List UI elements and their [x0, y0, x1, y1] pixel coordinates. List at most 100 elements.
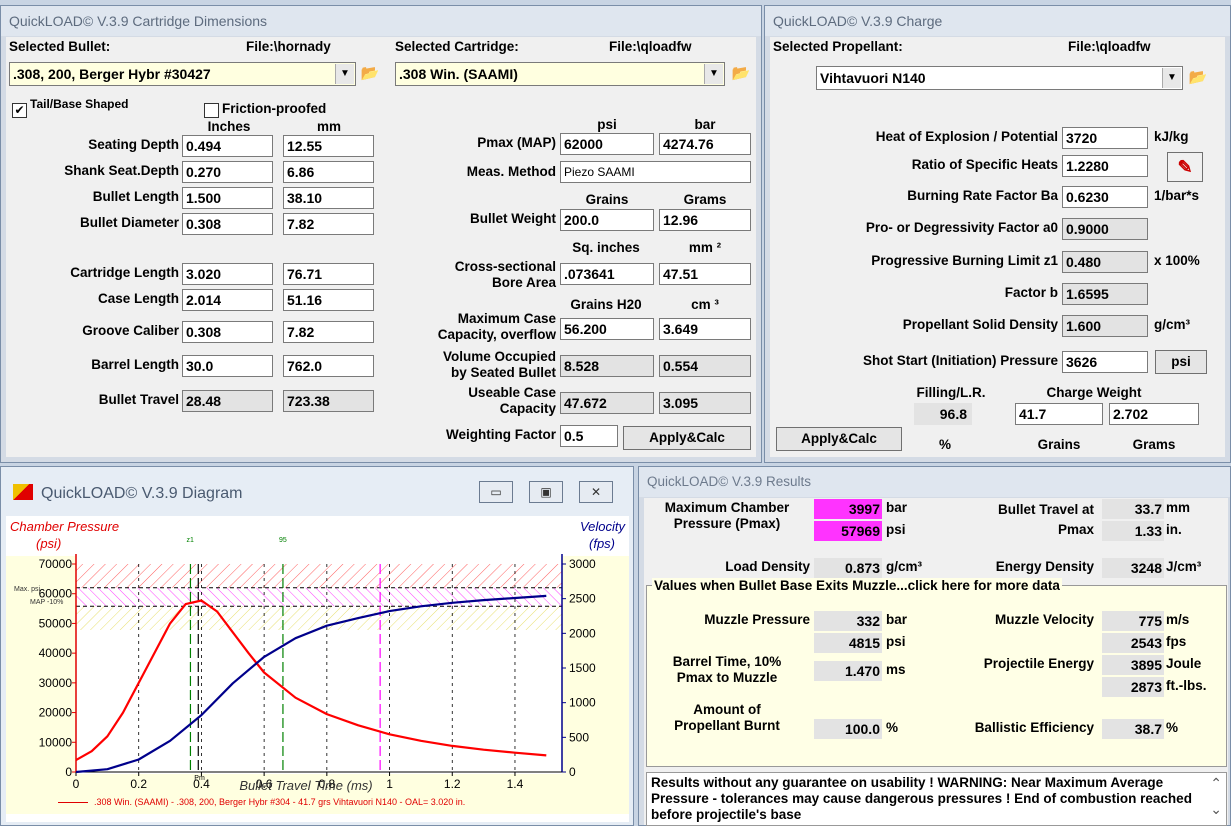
- case-capacity-grains[interactable]: 56.200: [560, 318, 654, 340]
- y2-tick-label: 0: [569, 765, 576, 779]
- chevron-down-icon[interactable]: ▼: [335, 64, 354, 84]
- ballistic-efficiency-unit: %: [1166, 720, 1179, 735]
- burning-rate-field[interactable]: 0.6230: [1062, 186, 1148, 208]
- cartridge-length-inches[interactable]: 3.020: [182, 263, 273, 285]
- warning-text: Results without any guarantee on usabili…: [651, 775, 1192, 822]
- propellant-burnt-label: Amount of Propellant Burnt: [644, 702, 810, 734]
- load-density-value: 0.873: [814, 558, 882, 578]
- folder-open-icon[interactable]: 📂: [358, 63, 382, 85]
- z1-marker-label: z1: [186, 537, 194, 544]
- near-max-band: [76, 587, 562, 607]
- muzzle-pressure-bar-unit: bar: [886, 612, 908, 627]
- max-pressure-bar-unit: bar: [886, 500, 908, 515]
- meas-method-field[interactable]: Piezo SAAMI: [560, 161, 751, 183]
- burning-rate-label: Burning Rate Factor Ba: [907, 188, 1058, 203]
- bore-area-label-line2: Bore Area: [491, 275, 556, 290]
- inches-header: Inches: [207, 119, 251, 134]
- groove-caliber-mm[interactable]: 7.82: [283, 321, 374, 343]
- friction-proofed-label: Friction-proofed: [222, 101, 327, 116]
- friction-proofed-checkbox[interactable]: [204, 103, 219, 118]
- shot-start-field[interactable]: 3626: [1062, 351, 1148, 373]
- shot-start-unit-button[interactable]: psi: [1155, 350, 1207, 374]
- left-axis-title-line2: (psi): [36, 536, 62, 551]
- shank-seat-depth-mm[interactable]: 6.86: [283, 161, 374, 183]
- grains-unit: Grains: [1037, 437, 1081, 452]
- barrel-length-mm[interactable]: 762.0: [283, 355, 374, 377]
- energy-density-value: 3248: [1102, 558, 1164, 578]
- bore-area-sqin[interactable]: .073641: [560, 263, 654, 285]
- charge-apply-calc-button[interactable]: Apply&Calc: [776, 427, 902, 451]
- scroll-down-icon[interactable]: ⌄: [1210, 801, 1222, 818]
- max-psi-label: Max. psi: [14, 586, 41, 593]
- legend-text: .308 Win. (SAAMI) - .308, 200, Berger Hy…: [94, 797, 466, 807]
- bullet-diameter-mm[interactable]: 7.82: [283, 213, 374, 235]
- y2-tick-label: 1000: [569, 696, 596, 710]
- scroll-up-icon[interactable]: ⌃: [1210, 775, 1222, 792]
- charge-window: QuickLOAD© V.3.9 Charge Selected Propell…: [764, 5, 1231, 463]
- selected-cartridge-label: Selected Cartridge:: [395, 39, 519, 54]
- heat-explosion-field[interactable]: 3720: [1062, 127, 1148, 149]
- degressivity-label: Pro- or Degressivity Factor a0: [865, 220, 1058, 235]
- volume-occupied-label-line2: by Seated Bullet: [450, 365, 556, 380]
- y-tick-label: 40000: [39, 646, 73, 660]
- charge-weight-grams[interactable]: 2.702: [1109, 403, 1199, 425]
- groove-caliber-inches[interactable]: 0.308: [182, 321, 273, 343]
- bullet-diameter-label: Bullet Diameter: [79, 215, 179, 230]
- bullet-travel-label: Bullet Travel: [98, 392, 179, 407]
- pmax-bar-field[interactable]: 4274.76: [659, 133, 751, 155]
- cartridge-select[interactable]: .308 Win. (SAAMI) ▼: [395, 62, 725, 86]
- minimize-icon[interactable]: ▭: [479, 481, 513, 503]
- shank-seat-depth-inches[interactable]: 0.270: [182, 161, 273, 183]
- volume-occupied-cm3: 0.554: [659, 355, 751, 377]
- bullet-length-inches[interactable]: 1.500: [182, 187, 273, 209]
- bullet-select-value: .308, 200, Berger Hybr #30427: [13, 66, 211, 82]
- y-tick-label: 20000: [39, 706, 73, 720]
- case-length-inches[interactable]: 2.014: [182, 289, 273, 311]
- bullet-select[interactable]: .308, 200, Berger Hybr #30427 ▼: [9, 62, 356, 86]
- charge-weight-grains[interactable]: 41.7: [1015, 403, 1103, 425]
- warning-textbox[interactable]: Results without any guarantee on usabili…: [646, 772, 1227, 826]
- case-length-label: Case Length: [97, 291, 179, 306]
- bullet-weight-grams[interactable]: 12.96: [659, 209, 751, 231]
- barrel-length-inches[interactable]: 30.0: [182, 355, 273, 377]
- grains-h2o-header: Grains H20: [570, 297, 642, 312]
- close-icon[interactable]: ✕: [579, 481, 613, 503]
- seating-depth-inches[interactable]: 0.494: [182, 135, 273, 157]
- volume-occupied-label-line1: Volume Occupied: [442, 349, 556, 364]
- chevron-down-icon[interactable]: ▼: [1162, 68, 1181, 88]
- case-length-mm[interactable]: 51.16: [283, 289, 374, 311]
- bore-area-mm2[interactable]: 47.51: [659, 263, 751, 285]
- bullet-travel-pmax-label-line1: Bullet Travel at: [997, 502, 1094, 517]
- muzzle-velocity-ms-unit: m/s: [1166, 612, 1190, 627]
- useable-capacity-label-line2: Capacity: [499, 401, 556, 416]
- folder-open-icon[interactable]: 📂: [1186, 67, 1210, 89]
- bullet-weight-grains[interactable]: 200.0: [560, 209, 654, 231]
- tail-base-checkbox[interactable]: ✔: [12, 103, 27, 118]
- projectile-energy-joule-value: 3895: [1102, 655, 1164, 675]
- 95-marker-label: 95: [279, 537, 287, 544]
- folder-open-icon[interactable]: 📂: [729, 63, 753, 85]
- chevron-down-icon[interactable]: ▼: [704, 64, 723, 84]
- bullet-travel-in-unit: in.: [1166, 522, 1182, 537]
- propellant-burnt-unit: %: [886, 720, 899, 735]
- y2-tick-label: 3000: [569, 557, 596, 571]
- bullet-length-mm[interactable]: 38.10: [283, 187, 374, 209]
- propellant-select[interactable]: Vihtavuori N140 ▼: [816, 66, 1183, 90]
- bullet-diameter-inches[interactable]: 0.308: [182, 213, 273, 235]
- barrel-time-label-line2: Pmax to Muzzle: [676, 670, 778, 685]
- pmax-psi-field[interactable]: 62000: [560, 133, 654, 155]
- cm3-header: cm ³: [691, 297, 719, 312]
- shank-seat-depth-label: Shank Seat.Depth: [64, 163, 179, 178]
- selected-propellant-label: Selected Propellant:: [773, 39, 903, 54]
- muzzle-values-link[interactable]: Values when Bullet Base Exits Muzzle...c…: [652, 578, 1062, 593]
- seating-depth-mm[interactable]: 12.55: [283, 135, 374, 157]
- apply-calc-button[interactable]: Apply&Calc: [623, 426, 751, 450]
- weighting-factor-field[interactable]: 0.5: [560, 425, 618, 447]
- case-capacity-cm3[interactable]: 3.649: [659, 318, 751, 340]
- barrel-time-label: Barrel Time, 10% Pmax to Muzzle: [644, 654, 810, 686]
- maximize-icon[interactable]: ▣: [529, 481, 563, 503]
- ratio-heats-field[interactable]: 1.2280: [1062, 155, 1148, 177]
- useable-capacity-label-line1: Useable Case: [468, 385, 556, 400]
- pencil-edit-icon[interactable]: ✎: [1167, 152, 1203, 182]
- cartridge-length-mm[interactable]: 76.71: [283, 263, 374, 285]
